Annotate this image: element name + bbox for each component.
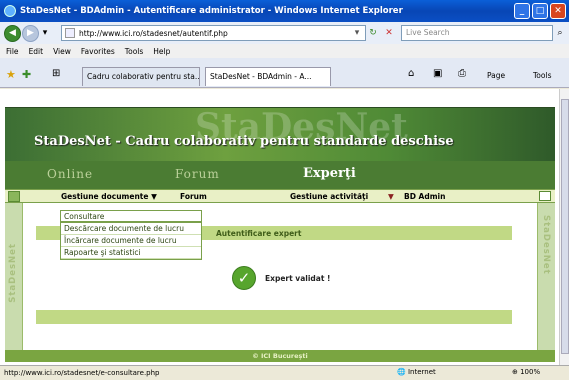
minimize-button[interactable]: _	[514, 3, 530, 19]
favorites-star-icon[interactable]: ★	[6, 68, 16, 81]
validation-message: Expert validat !	[265, 274, 331, 283]
sidebar-left: StaDesNet	[5, 203, 23, 350]
add-favorites-icon[interactable]: ✚	[22, 68, 31, 81]
print-icon[interactable]: ⎙	[458, 68, 466, 79]
page-icon	[65, 28, 75, 38]
page-viewport: StaDesNet StaDesNet - Cadru colaborativ …	[0, 89, 559, 365]
stop-icon[interactable]: ✕	[382, 26, 396, 40]
window-controls: _ □ ✕	[514, 3, 566, 19]
dropdown-item-rapoarte[interactable]: Rapoarte şi statistici	[61, 247, 201, 259]
tab-cadru-colaborativ[interactable]: Cadru colaborativ pentru sta...	[82, 67, 200, 86]
section-band: Online Forum Experţi	[5, 161, 555, 189]
tab-label: Cadru colaborativ pentru sta...	[87, 72, 200, 81]
auth-footer-bar	[36, 310, 512, 324]
search-icon[interactable]: ⌕	[553, 26, 567, 40]
feeds-icon[interactable]: ▣	[433, 68, 442, 79]
side-text-right: StaDesNet	[541, 215, 551, 275]
site-banner: StaDesNet StaDesNet - Cadru colaborativ …	[5, 106, 555, 161]
banner-title: StaDesNet - Cadru colaborativ pentru sta…	[34, 134, 454, 149]
menu-forum[interactable]: Forum	[180, 192, 207, 201]
site-home-icon[interactable]	[8, 191, 20, 202]
quick-tabs-icon[interactable]: ⊞	[52, 68, 60, 79]
back-button[interactable]: ◀	[4, 24, 21, 42]
close-button[interactable]: ✕	[550, 3, 566, 19]
side-text-left: StaDesNet	[8, 243, 18, 303]
status-zone: 🌐 Internet	[397, 368, 436, 376]
tools-menu[interactable]: Tools	[533, 71, 551, 80]
dropdown-item-consultare[interactable]: Consultare	[61, 211, 201, 223]
scrollbar-thumb[interactable]	[561, 99, 569, 354]
search-input[interactable]: Live Search	[401, 25, 553, 41]
menu-help[interactable]: Help	[153, 47, 170, 56]
documents-dropdown: Consultare Descărcare documente de lucru…	[60, 210, 202, 260]
tab-stadesnet-bdadmin[interactable]: StaDesNet - BDAdmin - A...	[205, 67, 331, 86]
navigation-bar: ◀ ▶ ▾ http://www.ici.ro/stadesnet/autent…	[0, 22, 569, 44]
mail-icon[interactable]	[539, 191, 551, 201]
history-dropdown-icon[interactable]: ▾	[38, 26, 52, 40]
forward-button[interactable]: ▶	[22, 24, 39, 42]
dropdown-item-incarcare[interactable]: Încărcare documente de lucru	[61, 235, 201, 247]
menu-bd-admin[interactable]: BD Admin	[404, 192, 445, 201]
globe-icon: 🌐	[397, 368, 408, 376]
site-menu: Gestiune documente ▼ Forum Gestiune acti…	[5, 189, 555, 203]
band-forum[interactable]: Forum	[175, 167, 220, 181]
tab-bar: ★ ✚ ⊞ Cadru colaborativ pentru sta... St…	[0, 58, 569, 88]
band-experti[interactable]: Experţi	[303, 166, 356, 181]
status-bar: http://www.ici.ro/stadesnet/e-consultare…	[0, 365, 569, 380]
page-menu[interactable]: Page	[487, 71, 505, 80]
menu-gestiune-documente[interactable]: Gestiune documente ▼	[61, 192, 157, 201]
auth-title: Autentificare expert	[216, 229, 302, 238]
menu-edit[interactable]: Edit	[29, 47, 44, 56]
vertical-scrollbar[interactable]	[559, 89, 569, 365]
address-url: http://www.ici.ro/stadesnet/autentif.php	[79, 28, 228, 38]
site-footer: © ICI Bucureşti	[5, 350, 555, 362]
ie-logo-icon	[4, 5, 16, 17]
band-online[interactable]: Online	[47, 167, 93, 181]
menu-tools[interactable]: Tools	[125, 47, 143, 56]
window-title: StaDesNet - BDAdmin - Autentificare admi…	[20, 6, 403, 16]
tab-label: StaDesNet - BDAdmin - A...	[210, 72, 312, 81]
zoom-level[interactable]: ⊕ 100%	[512, 368, 540, 376]
zone-label: Internet	[407, 368, 436, 376]
menu-gestiune-activitati[interactable]: Gestiune activităţi	[290, 192, 368, 201]
maximize-button[interactable]: □	[532, 3, 548, 19]
address-dropdown-icon[interactable]: ▾	[350, 26, 364, 40]
address-bar[interactable]: http://www.ici.ro/stadesnet/autentif.php	[61, 25, 366, 41]
check-icon: ✓	[232, 266, 256, 290]
dropdown-item-descarcare[interactable]: Descărcare documente de lucru	[61, 223, 201, 235]
window-titlebar: StaDesNet - BDAdmin - Autentificare admi…	[0, 0, 569, 22]
menu-favorites[interactable]: Favorites	[81, 47, 115, 56]
menu-view[interactable]: View	[53, 47, 71, 56]
zoom-icon: ⊕	[512, 368, 521, 376]
sidebar-right: StaDesNet	[537, 203, 555, 350]
status-url: http://www.ici.ro/stadesnet/e-consultare…	[4, 369, 160, 377]
menu-activitati-arrow-icon[interactable]: ▼	[388, 192, 394, 201]
zoom-value: 100%	[520, 368, 541, 376]
refresh-icon[interactable]: ↻	[366, 26, 380, 40]
menu-bar: File Edit View Favorites Tools Help	[0, 44, 569, 58]
menu-file[interactable]: File	[6, 47, 19, 56]
home-icon[interactable]: ⌂	[408, 68, 414, 79]
